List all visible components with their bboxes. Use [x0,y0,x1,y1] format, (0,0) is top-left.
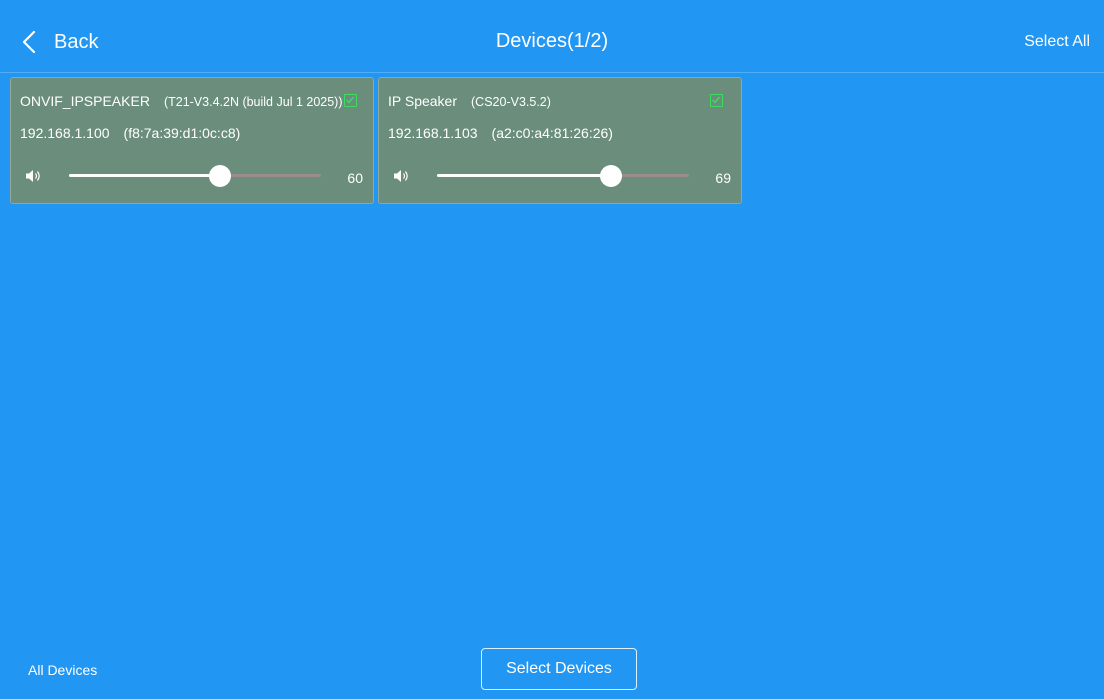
device-ip: 192.168.1.103 [388,125,478,141]
device-name-row: IP Speaker (CS20-V3.5.2) [388,93,551,109]
device-ip: 192.168.1.100 [20,125,110,141]
checkbox-checked-icon [346,96,355,104]
device-firmware: (CS20-V3.5.2) [471,95,551,109]
all-devices-label[interactable]: All Devices [28,662,97,678]
device-name: ONVIF_IPSPEAKER [20,93,150,109]
device-firmware: (T21-V3.4.2N (build Jul 1 2025)) [163,95,343,109]
device-mac: (a2:c0:a4:81:26:26) [491,125,613,141]
page-title: Devices(1/2) [495,30,609,52]
device-name-row: ONVIF_IPSPEAKER (T21-V3.4.2N (build Jul 1… [20,93,343,109]
device-address-row: 192.168.1.100 (f8:7a:39:d1:0c:c8) [20,125,240,141]
select-all-button[interactable]: Select All [1024,33,1090,51]
speaker-icon [394,170,408,182]
select-devices-button[interactable]: Select Devices [481,648,637,690]
device-name: IP Speaker [388,93,458,109]
device-card[interactable]: ONVIF_IPSPEAKER (T21-V3.4.2N (build Jul 1… [10,77,374,204]
volume-slider[interactable] [437,165,689,187]
volume-value: 69 [715,170,731,186]
volume-slider[interactable] [69,165,321,187]
slider-fill [69,174,221,177]
volume-value: 60 [347,170,363,186]
device-address-row: 192.168.1.103 (a2:c0:a4:81:26:26) [388,125,613,141]
device-select-checkbox[interactable] [710,94,723,107]
checkbox-checked-icon [712,96,721,104]
device-select-checkbox[interactable] [344,94,357,107]
device-card[interactable]: IP Speaker (CS20-V3.5.2) 192.168.1.103 (a2… [378,77,742,204]
slider-thumb[interactable] [599,165,622,187]
speaker-icon [26,170,40,182]
device-mac: (f8:7a:39:d1:0c:c8) [123,125,241,141]
slider-fill [437,174,611,177]
slider-thumb[interactable] [209,165,232,187]
top-bar: Back Devices(1/2) Select All [0,0,1104,73]
